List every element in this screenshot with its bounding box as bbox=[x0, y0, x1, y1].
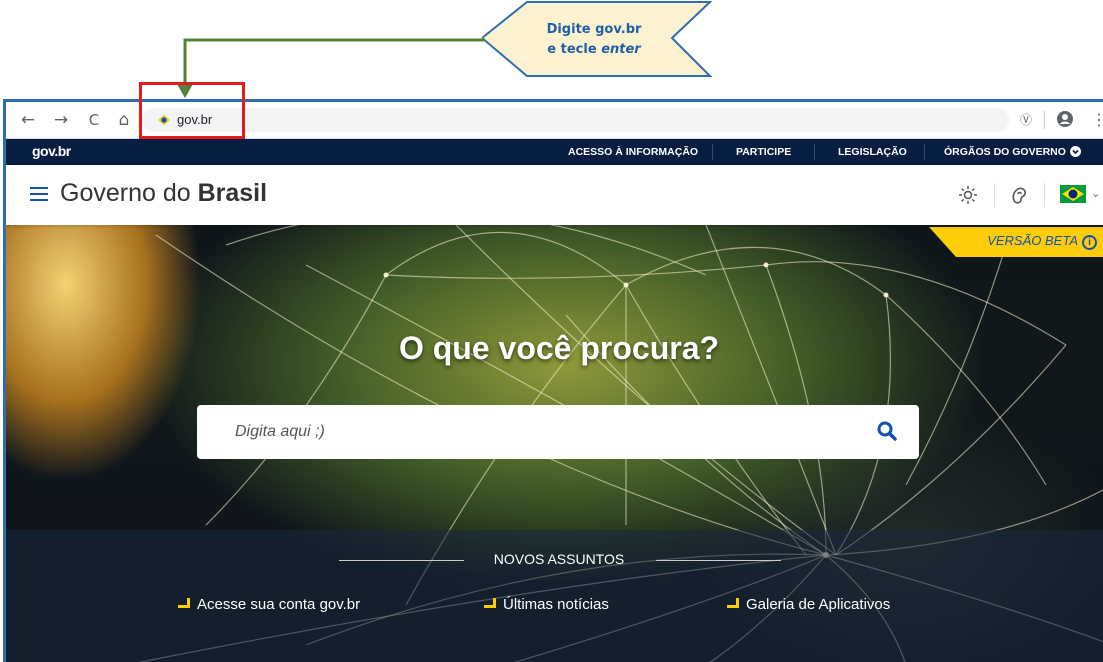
topic-link-conta-govbr[interactable]: Acesse sua conta gov.br bbox=[178, 596, 360, 613]
search-input[interactable] bbox=[235, 422, 835, 442]
gov-top-bar: gov.br ACESSO À INFORMAÇÃO PARTICIPE LEG… bbox=[6, 139, 1103, 165]
topics-divider-right bbox=[656, 560, 781, 561]
gov-logo[interactable]: gov.br bbox=[32, 143, 71, 159]
new-topics-section: NOVOS ASSUNTOS Acesse sua conta gov.br Ú… bbox=[6, 530, 1103, 662]
topic-bullet-icon bbox=[178, 598, 190, 608]
topic-bullet-icon bbox=[727, 598, 739, 608]
topic-link-galeria-aplicativos[interactable]: Galeria de Aplicativos bbox=[727, 596, 890, 613]
callout-line-1: Digite gov.br bbox=[546, 22, 642, 37]
callout-text: Digite gov.br e tecle enter bbox=[524, 20, 664, 60]
back-icon[interactable]: ← bbox=[18, 110, 38, 130]
hero-banner: VERSÃO BETAi O que você procura? NOVOS A… bbox=[6, 225, 1103, 662]
site-header: Governo do Brasil ⌄ bbox=[6, 165, 1103, 225]
page-title[interactable]: Governo do Brasil bbox=[60, 179, 267, 208]
search-icon[interactable] bbox=[877, 421, 897, 441]
forward-icon[interactable]: → bbox=[51, 110, 71, 130]
link-legislacao[interactable]: LEGISLAÇÃO bbox=[838, 146, 907, 158]
info-icon: i bbox=[1082, 235, 1097, 250]
search-box[interactable] bbox=[197, 405, 919, 459]
beta-label: VERSÃO BETA i bbox=[987, 233, 1097, 250]
browser-menu-icon[interactable]: ⋮ bbox=[1091, 110, 1103, 130]
gov-bar-divider bbox=[712, 144, 713, 160]
gov-bar-divider bbox=[814, 144, 815, 160]
address-bar[interactable]: gov.br bbox=[141, 108, 1009, 132]
brazil-flag-icon[interactable] bbox=[1060, 185, 1086, 203]
toolbar-divider bbox=[1044, 111, 1045, 129]
topics-title: NOVOS ASSUNTOS bbox=[493, 551, 625, 567]
topic-bullet-icon bbox=[484, 598, 496, 608]
beta-badge[interactable]: VERSÃO BETA i bbox=[929, 227, 1103, 257]
home-icon[interactable]: ⌂ bbox=[114, 110, 134, 130]
topic-link-ultimas-noticias[interactable]: Últimas notícias bbox=[484, 596, 609, 613]
reload-icon[interactable]: C bbox=[84, 110, 104, 130]
menu-icon[interactable] bbox=[30, 187, 48, 201]
account-icon[interactable] bbox=[1056, 110, 1074, 128]
link-orgaos-governo[interactable]: ÓRGÃOS DO GOVERNO bbox=[944, 146, 1066, 158]
header-divider bbox=[994, 183, 995, 207]
instruction-callout: Digite gov.br e tecle enter bbox=[482, 0, 714, 80]
callout-line-2: e tecle enter bbox=[547, 42, 641, 57]
browser-window: ← → C ⌂ gov.br Ⓥ ⋮ gov.br ACESSO À INFOR… bbox=[3, 99, 1103, 662]
sign-language-icon[interactable] bbox=[1009, 184, 1029, 206]
extension-icon[interactable]: Ⓥ bbox=[1020, 111, 1032, 128]
link-acesso-informacao[interactable]: ACESSO À INFORMAÇÃO bbox=[568, 146, 698, 158]
hero-title: O que você procura? bbox=[398, 330, 720, 366]
language-chevron-icon[interactable]: ⌄ bbox=[1091, 187, 1100, 200]
contrast-icon[interactable] bbox=[958, 185, 978, 205]
url-highlight-box bbox=[139, 82, 245, 139]
header-divider bbox=[1044, 183, 1045, 207]
link-participe[interactable]: PARTICIPE bbox=[736, 146, 791, 158]
chevron-down-icon[interactable] bbox=[1070, 146, 1081, 157]
gov-bar-divider bbox=[924, 144, 925, 160]
